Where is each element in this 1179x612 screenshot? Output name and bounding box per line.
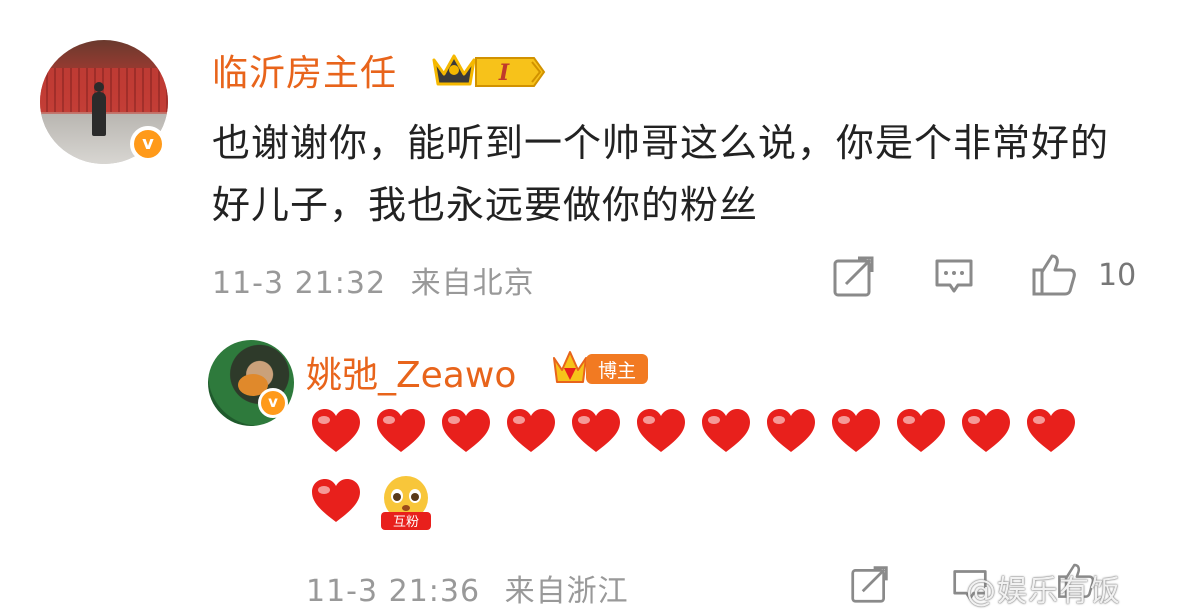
- heart-emoji-icon: [702, 409, 750, 452]
- reply-meta: 11-3 21:36 来自浙江: [306, 566, 629, 610]
- heart-emoji-icon: [572, 409, 620, 452]
- heart-emoji-icon: [767, 409, 815, 452]
- heart-emoji-icon: [637, 409, 685, 452]
- like-thumb-icon[interactable]: [1030, 250, 1078, 298]
- comment-username[interactable]: 临沂房主任: [212, 44, 397, 96]
- comment-location: 来自北京: [410, 266, 535, 301]
- mutual-follow-label: 互粉: [393, 515, 419, 530]
- repost-icon[interactable]: [832, 254, 876, 298]
- blogger-badge-text: 博主: [598, 360, 636, 382]
- heart-emoji-icon: [507, 409, 555, 452]
- heart-emoji-icon: [312, 479, 360, 522]
- like-count: 10: [1098, 258, 1137, 293]
- mutual-follow-emoji-icon: 互粉: [381, 476, 431, 530]
- blogger-badge[interactable]: 博主: [552, 346, 652, 390]
- heart-emoji-icon: [312, 409, 360, 452]
- reply-location: 来自浙江: [504, 574, 629, 609]
- heart-emoji-icon: [1027, 409, 1075, 452]
- avatar-image-person: [92, 82, 106, 136]
- membership-crown-badge[interactable]: I: [430, 44, 550, 92]
- comment-time: 11-3 21:32: [212, 266, 387, 301]
- weibo-watermark: @娱乐有饭: [966, 574, 1121, 609]
- heart-emoji-icon: [962, 409, 1010, 452]
- reply-verified-badge: v: [258, 388, 288, 418]
- reply-time: 11-3 21:36: [306, 574, 481, 609]
- verified-badge: v: [130, 126, 166, 162]
- reply-username[interactable]: 姚弛_Zeawo: [306, 346, 516, 398]
- heart-emoji-icon: [377, 409, 425, 452]
- level-badge-text: I: [498, 60, 510, 86]
- reply-emoji-content: 互粉: [310, 408, 1110, 548]
- heart-emoji-icon: [442, 409, 490, 452]
- comment-icon[interactable]: [934, 258, 974, 294]
- comment-text: 也谢谢你，能听到一个帅哥这么说，你是个非常好的好儿子，我也永远要做你的粉丝: [212, 121, 1110, 227]
- heart-emoji-icon: [832, 409, 880, 452]
- repost-icon[interactable]: [850, 564, 890, 604]
- comment-meta: 11-3 21:32 来自北京: [212, 258, 535, 302]
- heart-emoji-icon: [897, 409, 945, 452]
